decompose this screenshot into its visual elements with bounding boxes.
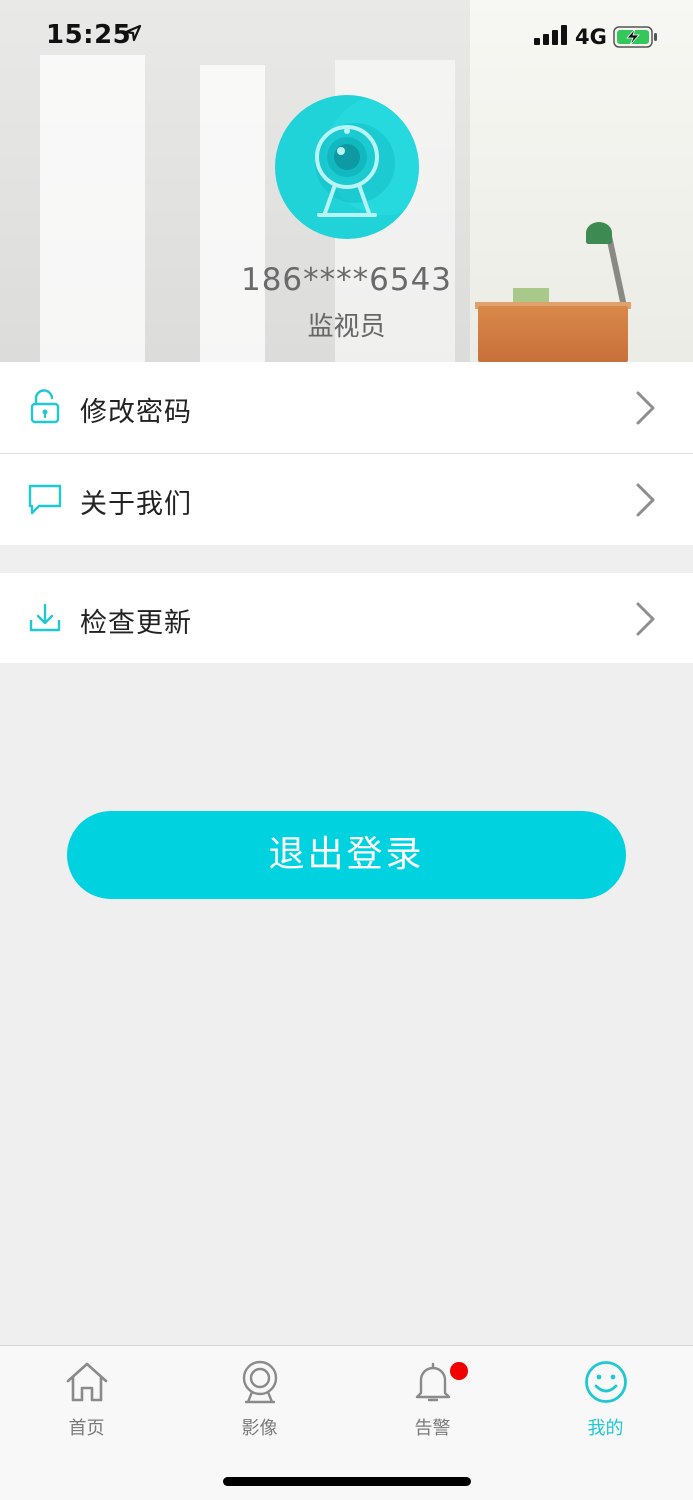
bell-icon — [415, 1362, 451, 1402]
tab-mine[interactable]: 我的 — [519, 1346, 692, 1446]
user-role: 监视员 — [307, 312, 386, 342]
tab-label: 首页 — [68, 1418, 105, 1439]
user-phone: 186****6543 — [240, 262, 453, 298]
tab-alarm[interactable]: 告警 — [346, 1346, 519, 1446]
avatar[interactable] — [275, 95, 419, 239]
download-icon — [29, 603, 61, 632]
tab-label: 影像 — [241, 1418, 278, 1439]
background-decor — [586, 222, 612, 244]
home-icon — [66, 1362, 108, 1402]
tab-video[interactable]: 影像 — [173, 1346, 346, 1446]
menu-item-label: 关于我们 — [80, 489, 192, 520]
chevron-right-icon — [636, 602, 655, 636]
menu-item-change-password[interactable]: 修改密码 — [0, 362, 693, 453]
notification-badge — [450, 1362, 468, 1380]
menu-item-about-us[interactable]: 关于我们 — [0, 453, 693, 544]
chevron-right-icon — [636, 391, 655, 425]
status-bar: 15:25 4G — [0, 0, 693, 76]
tab-home[interactable]: 首页 — [0, 1346, 173, 1446]
menu-group-account: 修改密码 关于我们 — [0, 362, 693, 545]
lock-icon — [30, 389, 60, 424]
battery-charging-icon — [613, 26, 659, 52]
camera-icon — [315, 95, 419, 217]
location-arrow-icon — [124, 24, 142, 46]
chat-bubble-icon — [28, 484, 62, 515]
menu-group-update: 检查更新 — [0, 573, 693, 663]
tab-label: 我的 — [587, 1418, 624, 1439]
chevron-right-icon — [636, 483, 655, 517]
network-type: 4G — [575, 25, 607, 49]
tab-label: 告警 — [414, 1418, 451, 1439]
smiley-icon — [585, 1361, 627, 1403]
menu-item-check-update[interactable]: 检查更新 — [0, 573, 693, 663]
camera-icon — [242, 1360, 278, 1404]
signal-bars-icon — [534, 25, 568, 49]
status-time: 15:25 — [46, 20, 132, 50]
menu-item-label: 修改密码 — [80, 397, 192, 428]
menu-item-label: 检查更新 — [80, 608, 192, 639]
home-indicator[interactable] — [223, 1477, 471, 1486]
logout-button[interactable]: 退出登录 — [67, 811, 626, 899]
